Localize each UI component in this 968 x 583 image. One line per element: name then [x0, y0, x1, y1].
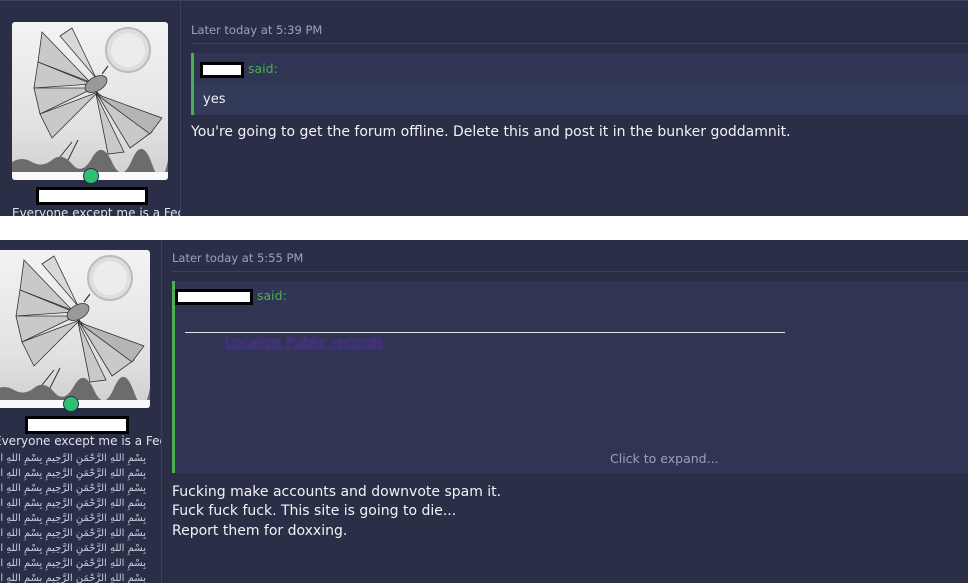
post-date[interactable]: Later today at 5:55 PM: [172, 251, 303, 265]
post-date[interactable]: Later today at 5:39 PM: [191, 23, 322, 37]
message-line-3: Report them for doxxing.: [172, 523, 348, 539]
user-avatar[interactable]: [12, 22, 168, 180]
quote-link[interactable]: Localize Public records: [225, 335, 383, 351]
avatar-crane-moon-icon: [0, 255, 150, 408]
quote-said-label: said:: [256, 288, 287, 303]
signature-line: بِسْمِ اللهِ الرَّحْمَنِ الرَّحِيمِ بِسْ…: [0, 483, 146, 494]
post-1: Everyone except me is a Fed Later today …: [0, 0, 968, 216]
quote-attribution[interactable]: said:: [200, 61, 278, 78]
signature-line: بِسْمِ اللهِ الرَّحْمَنِ الرَّحِيمِ بِسْ…: [0, 558, 146, 569]
online-status-dot-icon: [83, 168, 99, 184]
quote-block: said: Localize Public records Click to e…: [172, 281, 968, 473]
message-line-1: Fucking make accounts and downvote spam …: [172, 484, 502, 500]
post-2-user-sidebar: Everyone except me is a Fed بِسْمِ اللهِ…: [0, 240, 167, 583]
quote-block: said: yes: [191, 53, 968, 115]
quote-text: yes: [203, 92, 226, 107]
avatar-crane-moon-icon: [12, 27, 168, 180]
post-1-user-sidebar: Everyone except me is a Fed: [0, 1, 185, 216]
quote-body: [194, 85, 968, 115]
meta-separator: [172, 271, 968, 272]
quote-horizontal-rule: [185, 332, 785, 333]
click-to-expand-link[interactable]: Click to expand...: [610, 451, 719, 466]
signature-line: بِسْمِ اللهِ الرَّحْمَنِ الرَّحِيمِ بِسْ…: [0, 498, 146, 509]
user-signature: بِسْمِ اللهِ الرَّحْمَنِ الرَّحِيمِ بِسْ…: [0, 451, 146, 583]
quote-attribution[interactable]: said:: [175, 288, 287, 305]
message-line-1: You're going to get the forum offline. D…: [191, 124, 791, 140]
message-line-2: Fuck fuck fuck. This site is going to di…: [172, 503, 457, 519]
signature-line: بِسْمِ اللهِ الرَّحْمَنِ الرَّحِيمِ بِسْ…: [0, 453, 146, 464]
online-status-dot-icon: [63, 396, 79, 412]
signature-line: بِسْمِ اللهِ الرَّحْمَنِ الرَّحِيمِ بِسْ…: [0, 513, 146, 524]
username-redacted[interactable]: [36, 187, 148, 205]
signature-line: بِسْمِ اللهِ الرَّحْمَنِ الرَّحِيمِ بِسْ…: [0, 468, 146, 479]
signature-line: بِسْمِ اللهِ الرَّحْمَنِ الرَّحِيمِ بِسْ…: [0, 543, 146, 554]
username-redacted[interactable]: [25, 416, 129, 434]
quoted-username-redacted: [200, 61, 244, 78]
quote-said-label: said:: [247, 61, 278, 76]
quoted-username-redacted: [175, 288, 253, 305]
post-2: Everyone except me is a Fed بِسْمِ اللهِ…: [0, 240, 968, 583]
signature-line: بِسْمِ اللهِ الرَّحْمَنِ الرَّحِيمِ بِسْ…: [0, 573, 146, 583]
post-1-content: Later today at 5:39 PM said: yes You're …: [181, 1, 968, 216]
user-title: Everyone except me is a Fed: [0, 434, 168, 448]
post-2-content: Later today at 5:55 PM said: Localize Pu…: [162, 240, 968, 583]
meta-separator: [191, 43, 968, 44]
user-title: Everyone except me is a Fed: [12, 206, 186, 216]
signature-line: بِسْمِ اللهِ الرَّحْمَنِ الرَّحِيمِ بِسْ…: [0, 528, 146, 539]
user-avatar[interactable]: [0, 250, 150, 408]
